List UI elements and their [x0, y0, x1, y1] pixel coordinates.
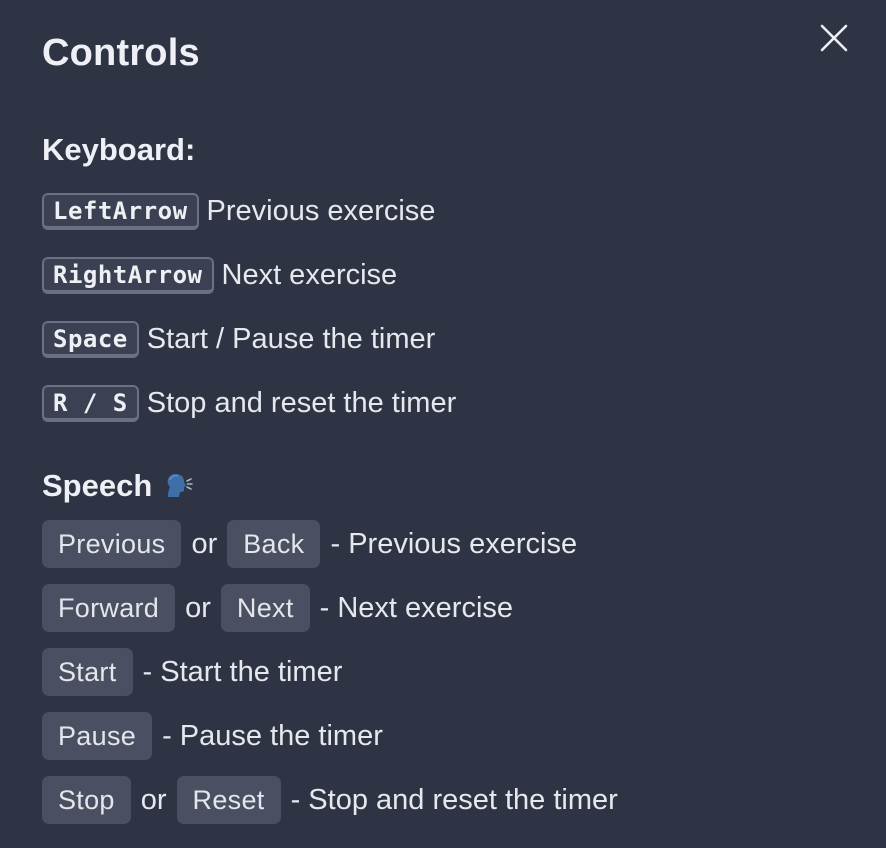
close-icon	[820, 24, 848, 52]
speech-command-chip: Reset	[176, 776, 281, 824]
key-right-arrow: RightArrow	[42, 256, 214, 294]
speech-command-chip: Previous	[42, 520, 182, 568]
speech-heading-label: Speech	[42, 468, 153, 503]
key-space: Space	[42, 320, 139, 358]
or-separator: or	[191, 527, 218, 560]
page-title: Controls	[42, 32, 200, 74]
speech-command-chip: Back	[227, 520, 321, 568]
shortcut-row-space: Space Start / Pause the timer	[42, 307, 844, 371]
shortcut-description: Next exercise	[221, 258, 398, 291]
speech-command-chip: Pause	[42, 712, 153, 760]
shortcut-row-right-arrow: RightArrow Next exercise	[42, 243, 844, 307]
or-separator: or	[185, 591, 211, 624]
shortcut-description: Previous exercise	[206, 194, 436, 227]
keyboard-heading: Keyboard:	[42, 132, 196, 167]
speech-row-previous: Previous or Back - Previous exercise	[42, 512, 844, 576]
speech-row-forward: Forward or Next - Next exercise	[42, 576, 844, 640]
or-separator: or	[140, 783, 167, 816]
shortcut-description: Start / Pause the timer	[146, 322, 436, 355]
speech-row-pause: Pause - Pause the timer	[42, 704, 844, 768]
speech-row-start: Start - Start the timer	[42, 640, 844, 704]
speech-row-stop: Stop or Reset - Stop and reset the timer	[42, 768, 844, 832]
speech-heading: Speech	[42, 466, 844, 506]
speech-description: - Pause the timer	[162, 719, 383, 752]
speech-description: - Next exercise	[319, 591, 514, 624]
controls-panel: Controls Keyboard: LeftArrow Previous ex…	[0, 0, 886, 848]
keyboard-shortcut-list: LeftArrow Previous exercise RightArrow N…	[42, 179, 844, 435]
speech-command-chip: Start	[42, 648, 133, 696]
key-left-arrow: LeftArrow	[42, 192, 199, 230]
key-r-s: R / S	[42, 384, 139, 422]
shortcut-description: Stop and reset the timer	[146, 386, 457, 419]
speech-command-list: Previous or Back - Previous exercise For…	[42, 512, 844, 832]
speech-command-chip: Forward	[42, 584, 176, 632]
speech-command-chip: Next	[220, 584, 310, 632]
close-button[interactable]	[820, 24, 848, 52]
speech-command-chip: Stop	[42, 776, 131, 824]
shortcut-row-r-s: R / S Stop and reset the timer	[42, 371, 844, 435]
speech-description: - Stop and reset the timer	[290, 783, 618, 816]
shortcut-row-left-arrow: LeftArrow Previous exercise	[42, 179, 844, 243]
speech-description: - Previous exercise	[330, 527, 578, 560]
speech-description: - Start the timer	[142, 655, 343, 688]
speaking-head-icon	[162, 470, 194, 502]
